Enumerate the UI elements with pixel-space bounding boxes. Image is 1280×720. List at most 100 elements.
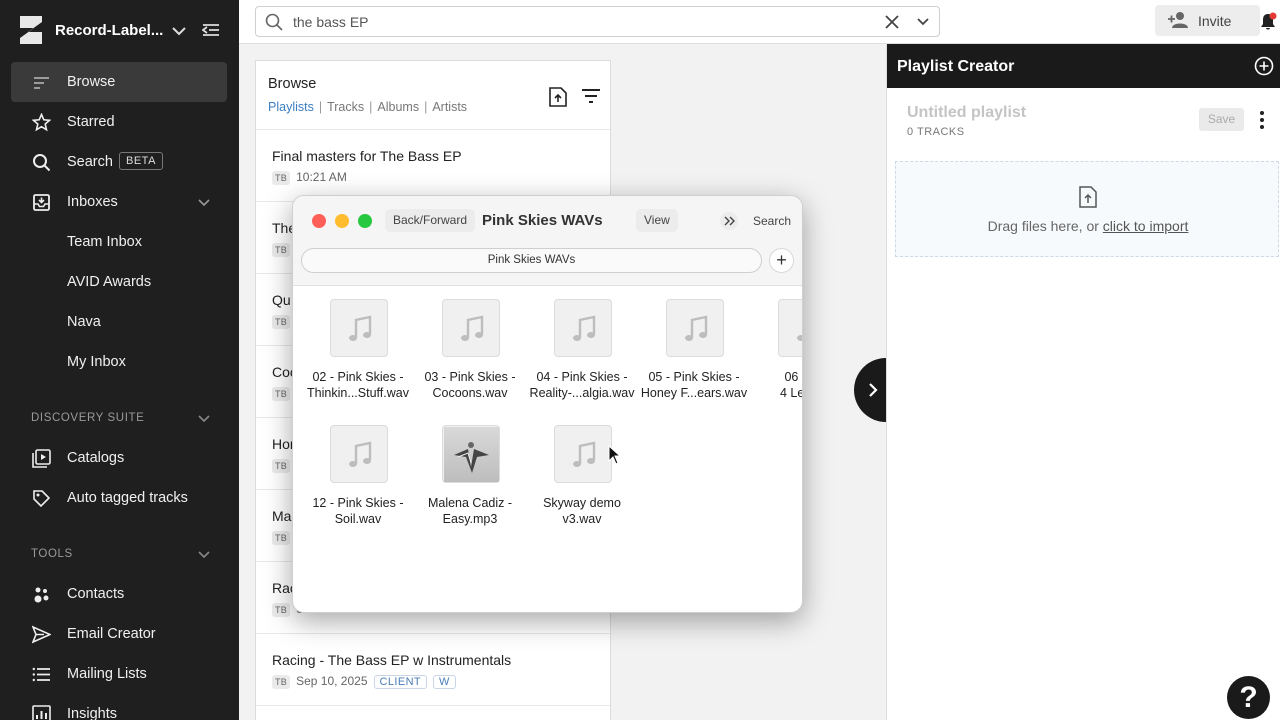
inbox-item-nava[interactable]: Nava [67, 314, 101, 330]
owner-initials: TB [272, 386, 291, 401]
audio-file-icon [330, 425, 388, 483]
chevron-right-icon [869, 383, 878, 397]
help-button[interactable]: ? [1227, 676, 1270, 719]
owner-initials: TB [272, 170, 291, 185]
collapse-sidebar-icon[interactable] [202, 21, 220, 39]
inbox-item-team[interactable]: Team Inbox [67, 234, 142, 250]
inbox-item-mine[interactable]: My Inbox [67, 354, 126, 370]
playlist-name-input[interactable]: Untitled playlist [907, 104, 1026, 122]
tab-playlists[interactable]: Playlists [268, 100, 314, 114]
audio-file-icon [330, 299, 388, 357]
more-vertical-icon[interactable] [1259, 110, 1265, 130]
nav-starred-label: Starred [67, 114, 115, 130]
search-icon [33, 154, 51, 172]
chevron-down-icon[interactable] [170, 22, 188, 40]
tab-tracks[interactable]: Tracks [327, 100, 364, 114]
music-note-icon [349, 441, 372, 467]
nav-mailing-lists[interactable]: Mailing Lists [11, 654, 227, 694]
invite-button[interactable]: Invite [1155, 5, 1260, 36]
file-name: 12 - Pink Skies - Soil.wav [312, 496, 404, 526]
chevron-down-icon[interactable] [197, 411, 211, 425]
audio-file-icon [666, 299, 724, 357]
playlist-row[interactable]: Racing - The Bass EP w Instrumentals TB S… [256, 634, 610, 706]
nav-contacts[interactable]: Contacts [11, 574, 227, 614]
playlist-creator-panel: Playlist Creator Untitled playlist 0 TRA… [886, 44, 1280, 720]
sidebar: Record-Label... Browse Starred Search BE… [0, 0, 239, 720]
view-button[interactable]: View [636, 209, 678, 232]
nav-insights-label: Insights [67, 706, 117, 720]
notification-bell-icon[interactable] [1258, 12, 1278, 32]
zoom-window-button[interactable] [358, 214, 372, 228]
nav-contacts-label: Contacts [67, 586, 125, 602]
playlist-creator-title: Playlist Creator [897, 58, 1015, 75]
tab-artists[interactable]: Artists [432, 100, 467, 114]
tag-badge[interactable]: W [433, 674, 456, 689]
chevron-down-icon[interactable] [197, 195, 211, 209]
nav-auto-tagged-label: Auto tagged tracks [67, 490, 188, 506]
add-tab-button[interactable]: + [769, 248, 794, 273]
section-tools: TOOLS [31, 548, 73, 560]
album-art-image [454, 442, 489, 473]
nav-browse[interactable]: Browse [11, 62, 227, 102]
nav-email-creator[interactable]: Email Creator [11, 614, 227, 654]
browse-header: Browse Playlists | Tracks | Albums | Artists [256, 61, 610, 130]
nav-starred[interactable]: Starred [11, 102, 227, 142]
chevron-down-icon[interactable] [197, 547, 211, 561]
insights-icon [32, 705, 51, 720]
nav-catalogs-label: Catalogs [67, 450, 125, 466]
global-search[interactable]: the bass EP [255, 6, 940, 37]
top-bar: the bass EP Invite [239, 0, 1280, 44]
tag-badge[interactable]: CLIENT [373, 674, 428, 689]
file-name: 04 - Pink Skies - Reality-...algia.wav [529, 370, 635, 400]
search-input[interactable]: the bass EP [293, 14, 369, 30]
nav-insights[interactable]: Insights [11, 694, 227, 720]
add-circle-icon[interactable] [1254, 56, 1274, 76]
minimize-window-button[interactable] [335, 214, 349, 228]
import-link[interactable]: click to import [1103, 218, 1189, 234]
filter-icon[interactable] [581, 88, 601, 104]
catalog-icon [32, 449, 51, 468]
music-note-icon [349, 315, 372, 341]
upload-file-icon[interactable] [549, 87, 567, 107]
close-icon[interactable] [884, 14, 900, 30]
playlist-creator-header: Playlist Creator [887, 44, 1280, 88]
file-name: Skyway demo v3.wav [543, 496, 621, 526]
send-icon [32, 625, 51, 644]
inbox-item-avid[interactable]: AVID Awards [67, 274, 151, 290]
music-note-icon [797, 335, 802, 341]
audio-file-icon [554, 299, 612, 357]
playlist-title: Qu [272, 292, 291, 308]
mouse-cursor-icon [608, 445, 622, 465]
file-name: 02 - Pink Skies - Thinkin...Stuff.wav [307, 370, 409, 400]
auto-tag-icon [33, 490, 51, 508]
file-drop-zone[interactable]: Drag files here, or click to import [895, 161, 1279, 257]
finder-window: Back/Forward Pink Skies WAVs View Search… [292, 195, 803, 613]
owner-initials: TB [272, 674, 291, 689]
nav-search[interactable]: Search BETA [11, 142, 227, 182]
playlist-title: Racing - The Bass EP w Instrumentals [272, 652, 512, 668]
browse-title: Browse [268, 76, 317, 92]
finder-toolbar: Back/Forward Pink Skies WAVs View Search… [293, 196, 802, 286]
browse-tabs: Playlists | Tracks | Albums | Artists [268, 100, 468, 114]
nav-auto-tagged[interactable]: Auto tagged tracks [11, 478, 227, 518]
music-note-icon [685, 315, 708, 341]
upload-file-icon [1079, 186, 1097, 208]
playlist-title: Final masters for The Bass EP [272, 148, 462, 164]
double-chevron-right-icon[interactable] [718, 212, 740, 230]
track-count: 0 TRACKS [907, 126, 965, 138]
chevron-down-icon[interactable] [916, 15, 930, 29]
add-user-icon [1168, 12, 1188, 28]
workspace-switcher[interactable]: Record-Label... [0, 0, 239, 60]
brand-logo-icon [20, 16, 42, 44]
playlist-row[interactable]: Final masters for The Bass EP TB 10:21 AM [256, 130, 610, 202]
tab-albums[interactable]: Albums [377, 100, 419, 114]
nav-inboxes[interactable]: Inboxes [11, 182, 227, 222]
save-button[interactable]: Save [1199, 108, 1244, 131]
owner-initials: TB [272, 458, 291, 473]
close-window-button[interactable] [312, 214, 326, 228]
path-tab[interactable]: Pink Skies WAVs [301, 248, 762, 273]
finder-search-button[interactable]: Search [753, 214, 791, 228]
back-forward-button[interactable]: Back/Forward [385, 209, 476, 232]
music-note-icon [573, 315, 596, 341]
nav-catalogs[interactable]: Catalogs [11, 438, 227, 478]
